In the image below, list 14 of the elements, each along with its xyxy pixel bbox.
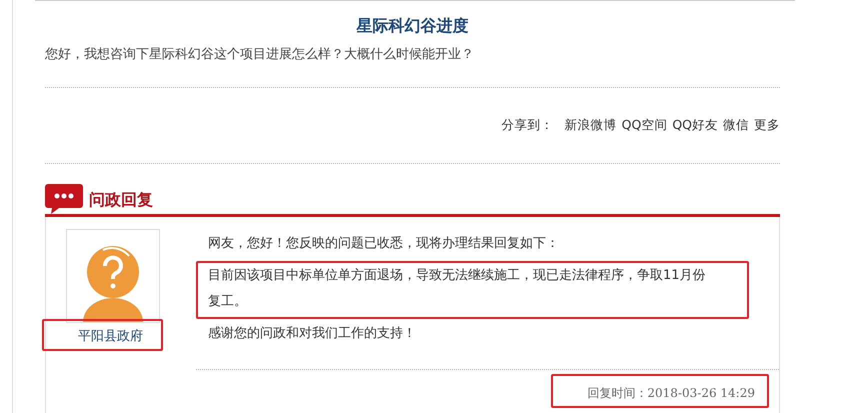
question-text: 您好，我想咨询下星际科幻谷这个项目进展怎么样？大概什么时候能开业？ (45, 46, 475, 64)
author-name: 平阳县政府 (78, 329, 143, 344)
share-link[interactable]: 新浪微博 (564, 117, 617, 134)
question-title: 星际科幻谷进度 (355, 15, 470, 37)
share-label: 分享到： (502, 117, 554, 134)
reply-time: 回复时间：2018-03-26 14:29 (587, 386, 755, 400)
share-link[interactable]: QQ好友 (672, 117, 718, 134)
reply-text: 感谢您的问政和对我们工作的支持！ (207, 325, 417, 343)
reply-text: 目前因该项目中标单位单方面退场，导致无法继续施工，现已走法律程序，争取11月份复工。 (207, 267, 707, 311)
share-link[interactable]: 更多 (754, 117, 780, 134)
section-title: 问政回复 (89, 189, 153, 211)
reply-text: 网友，您好！您反映的问题已收悉，现将办理结果回复如下： (207, 235, 560, 253)
share-link[interactable]: 微信 (723, 117, 749, 134)
share-link[interactable]: QQ空间 (622, 117, 668, 134)
